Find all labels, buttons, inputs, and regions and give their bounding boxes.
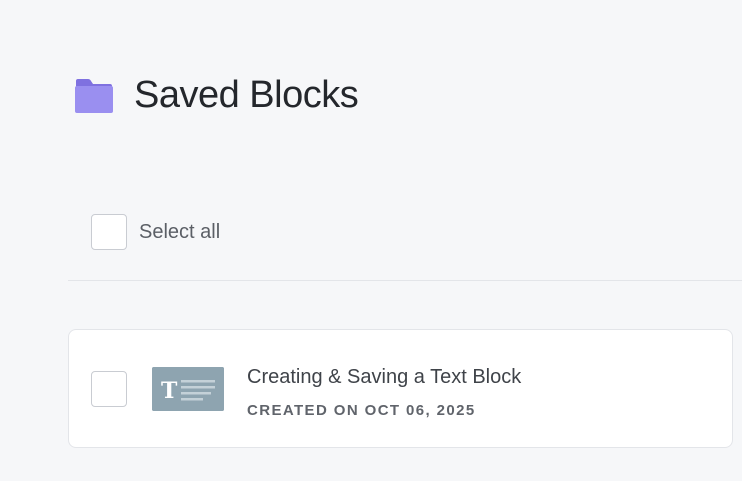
text-block-icon: T	[152, 367, 224, 411]
block-created-date: CREATED ON OCT 06, 2025	[247, 402, 476, 419]
block-title[interactable]: Creating & Saving a Text Block	[247, 366, 521, 389]
page-title: Saved Blocks	[134, 74, 359, 116]
select-all-checkbox[interactable]	[91, 214, 127, 250]
saved-block-card[interactable]: T Creating & Saving a Text Block CREATED…	[68, 329, 733, 448]
block-thumbnail: T	[152, 367, 224, 411]
saved-blocks-page: Saved Blocks Select all T Creating & Sav…	[0, 0, 742, 481]
divider	[68, 280, 742, 281]
folder-icon	[75, 78, 113, 113]
svg-text:T: T	[161, 378, 178, 404]
select-all-row[interactable]: Select all	[91, 214, 220, 250]
block-checkbox[interactable]	[91, 371, 127, 407]
page-header: Saved Blocks	[73, 74, 359, 117]
select-all-label[interactable]: Select all	[139, 221, 220, 244]
